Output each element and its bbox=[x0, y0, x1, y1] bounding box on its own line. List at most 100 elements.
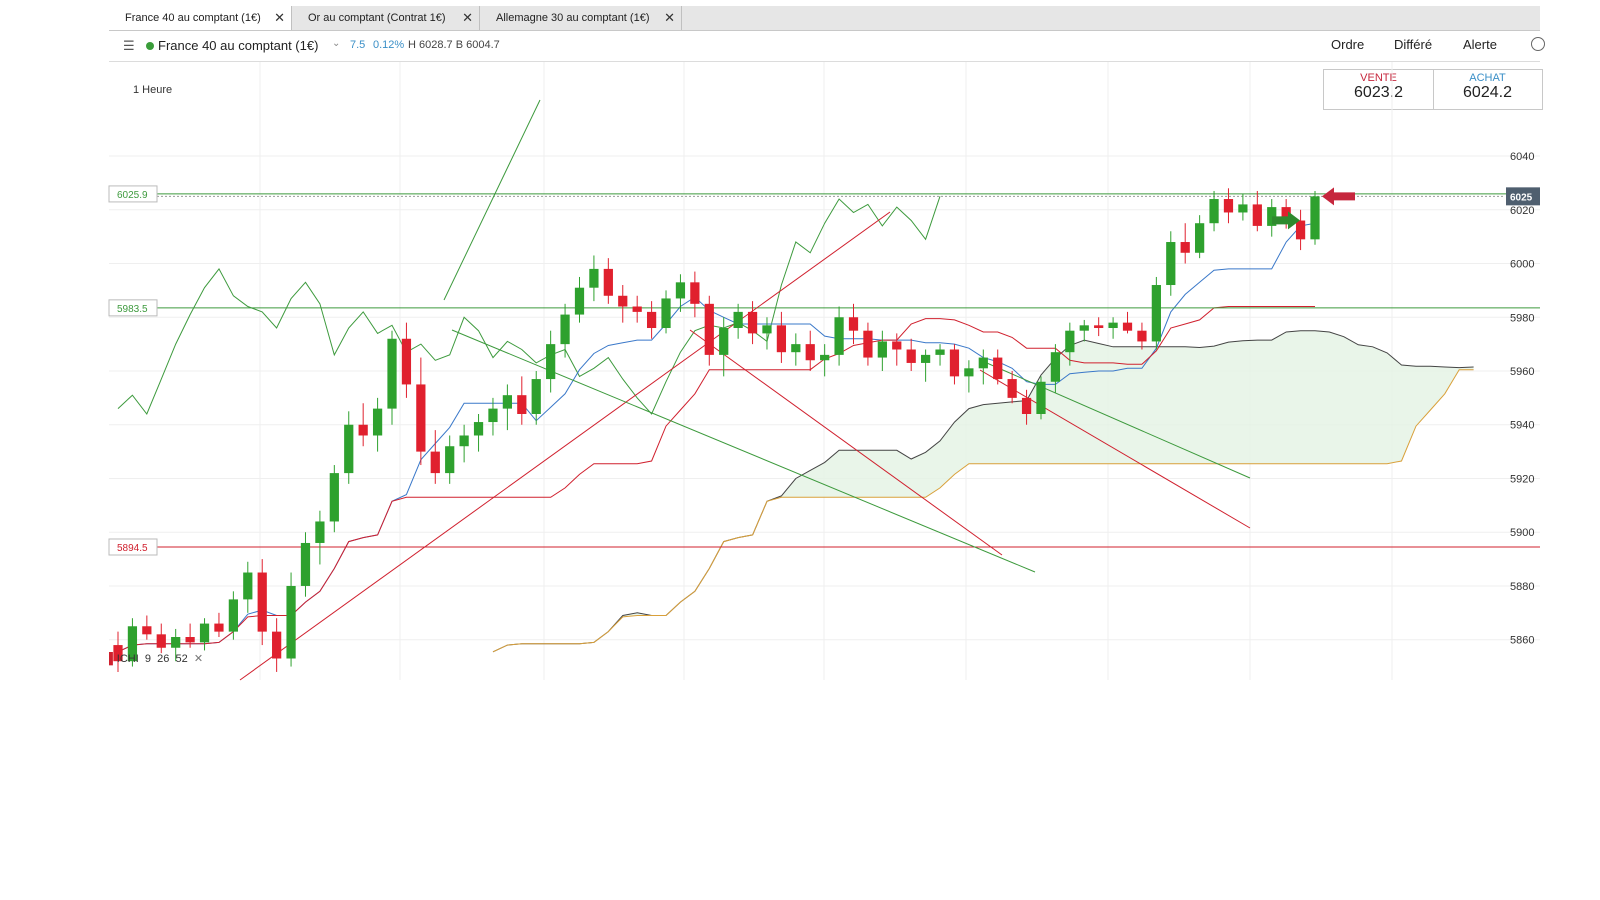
candle-body bbox=[776, 325, 787, 353]
buy-arrow-icon bbox=[1272, 211, 1300, 230]
candle-body bbox=[1238, 204, 1248, 213]
trend-line bbox=[239, 211, 891, 681]
candle-body bbox=[618, 295, 628, 307]
candle-body bbox=[344, 424, 354, 474]
candle-body bbox=[1195, 223, 1205, 253]
candle-body bbox=[300, 542, 311, 586]
y-tick-label: 5920 bbox=[1510, 473, 1534, 485]
trend-line bbox=[689, 329, 1003, 556]
price-level-tag bbox=[108, 299, 158, 317]
candle-body bbox=[1036, 381, 1046, 414]
trend-line bbox=[443, 99, 541, 301]
candle-body bbox=[156, 634, 166, 648]
globe-icon[interactable] bbox=[1531, 37, 1545, 51]
price-level-tag bbox=[108, 185, 158, 203]
candle-body bbox=[892, 341, 902, 350]
close-icon[interactable]: ✕ bbox=[274, 10, 285, 26]
candle-body bbox=[358, 424, 368, 436]
candle-body bbox=[1108, 322, 1118, 329]
candle-body bbox=[1050, 352, 1061, 382]
candle-body bbox=[459, 435, 469, 447]
candle-body bbox=[719, 328, 729, 355]
candle-body bbox=[286, 585, 296, 659]
candle-body bbox=[473, 422, 484, 436]
y-tick-label: 5980 bbox=[1510, 312, 1534, 324]
tab-or[interactable]: Or au comptant (Contrat 1€) ✕ bbox=[292, 6, 480, 30]
candle-body bbox=[445, 446, 455, 474]
sell-price: 6023.2 bbox=[1354, 84, 1403, 101]
market-open-indicator bbox=[146, 42, 154, 50]
tenkan-sen-line bbox=[117, 222, 1316, 653]
candle-body bbox=[762, 325, 772, 334]
y-tick-label: 5960 bbox=[1510, 366, 1534, 378]
candle-body bbox=[964, 368, 974, 377]
candle-body bbox=[199, 623, 210, 643]
candle-body bbox=[603, 268, 613, 296]
sell-arrow-icon bbox=[1322, 187, 1355, 206]
buy-label: ACHAT bbox=[1469, 72, 1506, 84]
candle-body bbox=[791, 344, 801, 353]
candle-body bbox=[646, 311, 657, 329]
candle-body bbox=[416, 384, 426, 452]
price-level-value: 6025.9 bbox=[117, 190, 148, 201]
trade-box: VENTE 6023.2 ACHAT 6024.2 bbox=[1323, 69, 1543, 110]
candle-body bbox=[315, 521, 325, 543]
candle-body bbox=[848, 317, 859, 331]
chevron-down-icon[interactable]: ⌄ bbox=[332, 38, 340, 49]
candle-body bbox=[935, 349, 945, 355]
y-tick-label: 6040 bbox=[1510, 151, 1534, 163]
candle-body bbox=[661, 298, 671, 329]
tab-france-40[interactable]: France 40 au comptant (1€) ✕ bbox=[109, 6, 292, 30]
price-change-percent: 0.12% bbox=[373, 39, 405, 51]
ichimoku-cloud bbox=[493, 330, 1474, 652]
tab-label: Or au comptant (Contrat 1€) bbox=[308, 12, 446, 24]
deferred-button[interactable]: Différé bbox=[1394, 37, 1432, 52]
current-price-tag bbox=[1506, 187, 1540, 206]
candle-body bbox=[546, 344, 556, 380]
candle-body bbox=[863, 330, 873, 358]
timeframe-label[interactable]: 1 Heure bbox=[133, 84, 172, 96]
hamburger-icon[interactable]: ☰ bbox=[123, 38, 135, 54]
senkou-span-b-line bbox=[492, 369, 1474, 653]
candle-body bbox=[1180, 242, 1190, 253]
price-axis: 6040 6020 6000 5980 5960 5940 5920 5900 5880 5860 bbox=[1510, 151, 1534, 647]
alert-button[interactable]: Alerte bbox=[1463, 37, 1497, 52]
buy-price: 6024.2 bbox=[1463, 84, 1512, 101]
candle-body bbox=[329, 473, 339, 522]
trend-lines bbox=[239, 99, 1251, 681]
candle-body bbox=[142, 626, 152, 635]
indicator-name: ICHI bbox=[116, 653, 139, 665]
candle-body bbox=[1151, 285, 1161, 342]
candle-body bbox=[1166, 242, 1176, 286]
close-icon[interactable]: ✕ bbox=[462, 10, 473, 26]
candle-body bbox=[574, 287, 585, 315]
buy-button[interactable]: ACHAT 6024.2 bbox=[1433, 70, 1542, 109]
high-low: H 6028.7 B 6004.7 bbox=[408, 39, 500, 51]
price-level-labels: 6025.9 5983.5 5894.5 6025 bbox=[108, 185, 1540, 556]
candle-body bbox=[704, 303, 714, 355]
candle-body bbox=[488, 408, 498, 423]
candle-body bbox=[502, 395, 513, 409]
indicator-param: 52 bbox=[175, 653, 188, 665]
tab-allemagne-30[interactable]: Allemagne 30 au comptant (1€) ✕ bbox=[480, 6, 682, 30]
y-tick-label: 5880 bbox=[1510, 581, 1534, 593]
candle-body bbox=[632, 306, 642, 312]
candle-body bbox=[1021, 397, 1032, 414]
sell-button[interactable]: VENTE 6023.2 bbox=[1324, 70, 1434, 109]
candle-body bbox=[978, 357, 988, 369]
horizontal-levels bbox=[109, 193, 1540, 548]
indicator-legend[interactable]: ▌ICHI 9 26 52 ✕ bbox=[109, 652, 203, 665]
current-price-value: 6025 bbox=[1510, 192, 1533, 203]
candle-body bbox=[1281, 207, 1291, 221]
tab-bar: France 40 au comptant (1€) ✕ Or au compt… bbox=[109, 6, 1540, 31]
instrument-name[interactable]: France 40 au comptant (1€) bbox=[158, 38, 318, 53]
kijun-sen-line bbox=[117, 306, 1315, 653]
indicator-color-mark: ▌ bbox=[109, 653, 117, 665]
order-button[interactable]: Ordre bbox=[1331, 37, 1364, 52]
candle-body bbox=[747, 311, 758, 334]
close-icon[interactable]: ✕ bbox=[664, 10, 675, 26]
close-icon[interactable]: ✕ bbox=[194, 653, 203, 665]
candle-body bbox=[171, 637, 181, 648]
candle-body bbox=[906, 349, 916, 363]
candle-body bbox=[560, 314, 570, 345]
